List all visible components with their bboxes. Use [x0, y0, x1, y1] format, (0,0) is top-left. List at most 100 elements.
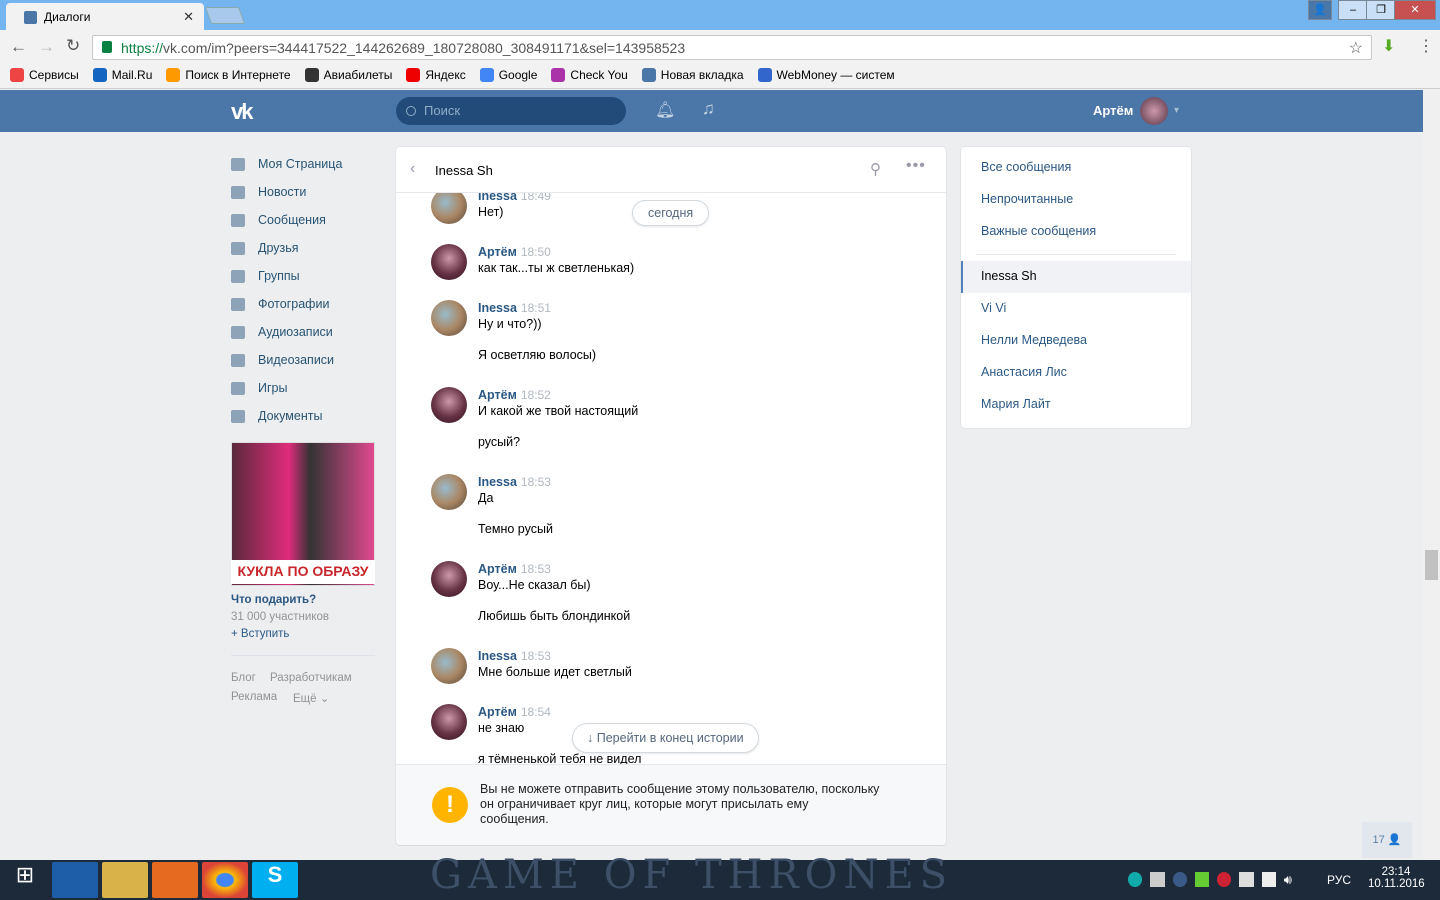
- message-time: 18:53: [520, 649, 551, 663]
- firefox-taskbar-icon[interactable]: [152, 862, 198, 898]
- author-name[interactable]: Артём: [478, 245, 517, 259]
- footer-more[interactable]: Ещё ⌄: [293, 691, 329, 705]
- back-icon[interactable]: ←: [10, 37, 27, 57]
- close-window-button[interactable]: ✕: [1394, 0, 1436, 20]
- profile-icon[interactable]: 👤: [1308, 0, 1332, 20]
- sidebar-item[interactable]: Друзья: [231, 234, 381, 262]
- jump-to-end-button[interactable]: ↓ Перейти в конец истории: [572, 723, 759, 753]
- sidebar-item[interactable]: Моя Страница: [231, 150, 381, 178]
- filter-item[interactable]: Важные сообщения: [961, 216, 1191, 248]
- clock[interactable]: 23:14 10.11.2016: [1368, 866, 1425, 890]
- sidebar-item[interactable]: Сообщения: [231, 206, 381, 234]
- browser-tab[interactable]: Диалоги ✕: [6, 3, 204, 30]
- author-name[interactable]: Inessa: [478, 649, 517, 663]
- minimize-button[interactable]: –: [1338, 0, 1368, 20]
- bookmark-item[interactable]: WebMoney — систем: [757, 67, 895, 83]
- message-text: русый?: [478, 435, 521, 449]
- language-indicator[interactable]: РУС: [1327, 873, 1351, 887]
- join-button[interactable]: + Вступить: [231, 628, 289, 640]
- avatar[interactable]: [431, 648, 467, 684]
- more-icon[interactable]: •••: [906, 157, 926, 175]
- sidebar-item[interactable]: Документы: [231, 402, 381, 430]
- avatar[interactable]: [431, 193, 467, 224]
- scrollbar[interactable]: [1423, 90, 1440, 860]
- explorer-taskbar-icon[interactable]: [102, 862, 148, 898]
- sidebar-item[interactable]: Аудиозаписи: [231, 318, 381, 346]
- footer-ads[interactable]: Реклама: [231, 691, 277, 703]
- chrome-taskbar-icon[interactable]: [202, 862, 248, 898]
- download-extension-icon[interactable]: ⬇: [1382, 36, 1395, 56]
- dialog-item[interactable]: Анастасия Лис: [961, 357, 1191, 389]
- sidebar-item[interactable]: Новости: [231, 178, 381, 206]
- author-name[interactable]: Inessa: [478, 475, 517, 489]
- footer-blog[interactable]: Блог: [231, 672, 256, 684]
- message-time: 18:51: [520, 301, 551, 315]
- reload-icon[interactable]: ↻: [66, 36, 80, 56]
- address-bar[interactable]: https://vk.com/im?peers=344417522_144262…: [92, 35, 1372, 60]
- avatar[interactable]: [431, 561, 467, 597]
- start-button[interactable]: ⊞: [2, 862, 48, 898]
- dialog-item[interactable]: Нелли Медведева: [961, 325, 1191, 357]
- sidebar-item[interactable]: Видеозаписи: [231, 346, 381, 374]
- author-name[interactable]: Артём: [478, 562, 517, 576]
- avatar[interactable]: [431, 704, 467, 740]
- ad-title[interactable]: Что подарить?: [231, 594, 316, 606]
- bookmark-icon: [551, 68, 566, 82]
- dropbox-icon[interactable]: [1150, 872, 1165, 887]
- search-icon[interactable]: ⚲: [870, 160, 881, 178]
- ie-taskbar-icon[interactable]: [52, 862, 98, 898]
- message-list[interactable]: Inessa 18:49 Нет) Артём 18:50 как так...ты ж …: [396, 193, 946, 764]
- dialog-item[interactable]: Inessa Sh: [961, 261, 1191, 293]
- footer-developers[interactable]: Разработчикам: [270, 672, 352, 684]
- skype-taskbar-icon[interactable]: S: [252, 862, 298, 898]
- bookmark-star-icon[interactable]: ☆: [1349, 38, 1363, 58]
- new-tab-button[interactable]: [204, 7, 246, 24]
- network-icon[interactable]: [1261, 872, 1276, 887]
- flag-icon[interactable]: [1239, 872, 1254, 887]
- sidebar-item[interactable]: Игры: [231, 374, 381, 402]
- bookmark-item[interactable]: Авиабилеты: [304, 67, 392, 83]
- sidebar-item[interactable]: Группы: [231, 262, 381, 290]
- author-name[interactable]: Inessa: [478, 301, 517, 315]
- bookmark-item[interactable]: Google: [479, 67, 537, 83]
- green-app-icon[interactable]: [1194, 872, 1209, 887]
- volume-icon[interactable]: 🔊︎: [1284, 872, 1298, 887]
- chevron-down-icon[interactable]: ▾: [1174, 105, 1179, 116]
- avatar[interactable]: [431, 474, 467, 510]
- avatar[interactable]: [431, 387, 467, 423]
- maximize-button[interactable]: ❐: [1366, 0, 1396, 20]
- avatar[interactable]: [431, 244, 467, 280]
- close-tab-icon[interactable]: ✕: [183, 9, 194, 25]
- bookmark-item[interactable]: Сервисы: [10, 67, 79, 83]
- dialog-item[interactable]: Vi Vi: [961, 293, 1191, 325]
- avatar[interactable]: [431, 300, 467, 336]
- scrollbar-thumb[interactable]: [1425, 550, 1438, 580]
- search-input[interactable]: Поиск: [396, 97, 626, 125]
- chat-title[interactable]: Inessa Sh: [435, 163, 493, 178]
- bookmark-item[interactable]: Check You: [551, 67, 628, 83]
- user-name[interactable]: Артём: [1093, 103, 1133, 118]
- forward-icon[interactable]: →: [38, 37, 55, 57]
- sidebar-item[interactable]: Фотографии: [231, 290, 381, 318]
- steam-icon[interactable]: [1172, 872, 1187, 887]
- author-name[interactable]: Inessa: [478, 193, 517, 203]
- bookmark-item[interactable]: Яндекс: [406, 67, 466, 83]
- vk-logo[interactable]: vk: [231, 99, 254, 125]
- menu-icon[interactable]: ⋮: [1418, 36, 1434, 56]
- red-app-icon[interactable]: [1217, 872, 1232, 887]
- online-counter[interactable]: 17 👤: [1362, 822, 1412, 858]
- filter-item[interactable]: Непрочитанные: [961, 184, 1191, 216]
- author-name[interactable]: Артём: [478, 705, 517, 719]
- eset-icon[interactable]: [1128, 872, 1143, 887]
- bookmark-item[interactable]: Поиск в Интернете: [166, 67, 291, 83]
- back-chevron-icon[interactable]: ‹: [410, 160, 415, 178]
- message-text: Любишь быть блондинкой: [478, 609, 631, 623]
- filter-item[interactable]: Все сообщения: [961, 152, 1191, 184]
- author-name[interactable]: Артём: [478, 388, 517, 402]
- user-avatar[interactable]: [1140, 97, 1168, 125]
- bookmark-item[interactable]: Mail.Ru: [92, 67, 152, 83]
- bell-icon[interactable]: 🔔︎: [655, 100, 675, 120]
- dialog-item[interactable]: Мария Лайт: [961, 389, 1191, 421]
- music-icon[interactable]: ♫: [702, 99, 715, 119]
- bookmark-item[interactable]: Новая вкладка: [641, 67, 744, 83]
